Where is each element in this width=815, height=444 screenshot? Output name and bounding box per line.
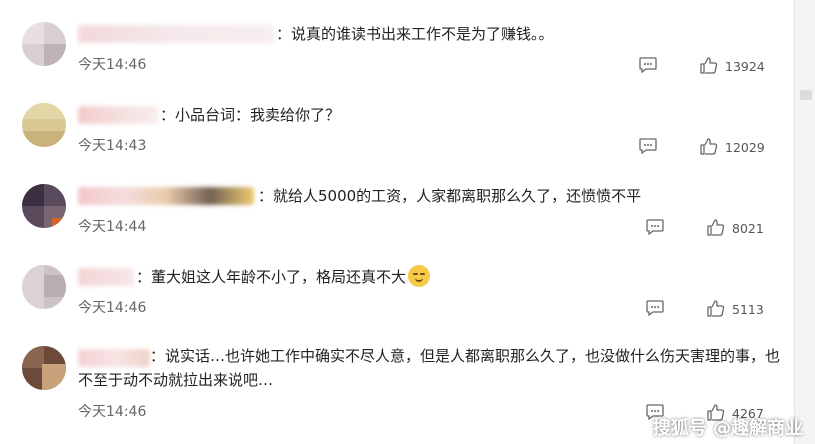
scrollbar-thumb[interactable] (800, 90, 812, 100)
author-name[interactable] (78, 106, 158, 124)
avatar[interactable] (22, 265, 66, 309)
author-name[interactable] (78, 187, 254, 205)
comment-text: ：说真的谁读书出来工作不是为了赚钱。。 (276, 25, 554, 43)
comment-text: ：小品台词：我卖给你了？ (160, 106, 341, 124)
like-count: 12029 (725, 140, 765, 155)
avatar[interactable] (22, 103, 66, 147)
comment-text: ：说实话…也许她工作中确实不尽人意，但是人都离职那么久了，也没做什么伤天害理的事… (78, 347, 781, 389)
author-name[interactable] (78, 268, 134, 286)
avatar[interactable] (22, 22, 66, 66)
like-count: 8021 (732, 221, 764, 236)
avatar[interactable] (22, 346, 66, 390)
comment-item: ：董大姐这人年龄不小了，格局还真不大 今天14:46 5113 (0, 253, 790, 333)
comment-text: ：董大姐这人年龄不小了，格局还真不大 (136, 265, 431, 289)
like-count: 13924 (725, 59, 765, 74)
smirk-emoji-icon (408, 265, 431, 287)
comment-time: 今天14:43 (78, 138, 147, 154)
thumbs-up-icon[interactable] (707, 299, 725, 317)
comment-item: ：小品台词：我卖给你了？ 今天14:43 12029 (0, 91, 790, 171)
avatar[interactable] (22, 184, 66, 228)
author-name[interactable] (78, 25, 274, 43)
thumbs-up-icon[interactable] (700, 56, 718, 74)
like-count: 5113 (732, 302, 764, 317)
reply-icon[interactable] (639, 138, 657, 154)
watermark: 搜狐号 @趣解商业 (652, 418, 803, 439)
comment-item: ：就给人5000的工资，人家都离职那么久了，还愤愤不平 今天14:44 8021 (0, 172, 790, 252)
scrollbar[interactable] (794, 0, 815, 444)
reply-icon[interactable] (646, 219, 664, 235)
reply-icon[interactable] (639, 57, 657, 73)
comment-time: 今天14:46 (78, 300, 147, 316)
comment-text-body: ：董大姐这人年龄不小了，格局还真不大 (136, 268, 407, 286)
comment-feed: ：说真的谁读书出来工作不是为了赚钱。。 今天14:46 13924 ：小品台词：… (0, 0, 790, 444)
reply-icon[interactable] (646, 300, 664, 316)
comment-text: ：就给人5000的工资，人家都离职那么久了，还愤愤不平 (258, 187, 642, 205)
comment-time: 今天14:46 (78, 404, 147, 420)
thumbs-up-icon[interactable] (707, 218, 725, 236)
comment-time: 今天14:44 (78, 219, 147, 235)
comment-item: ：说真的谁读书出来工作不是为了赚钱。。 今天14:46 13924 (0, 10, 790, 90)
thumbs-up-icon[interactable] (700, 137, 718, 155)
comment-time: 今天14:46 (78, 57, 147, 73)
